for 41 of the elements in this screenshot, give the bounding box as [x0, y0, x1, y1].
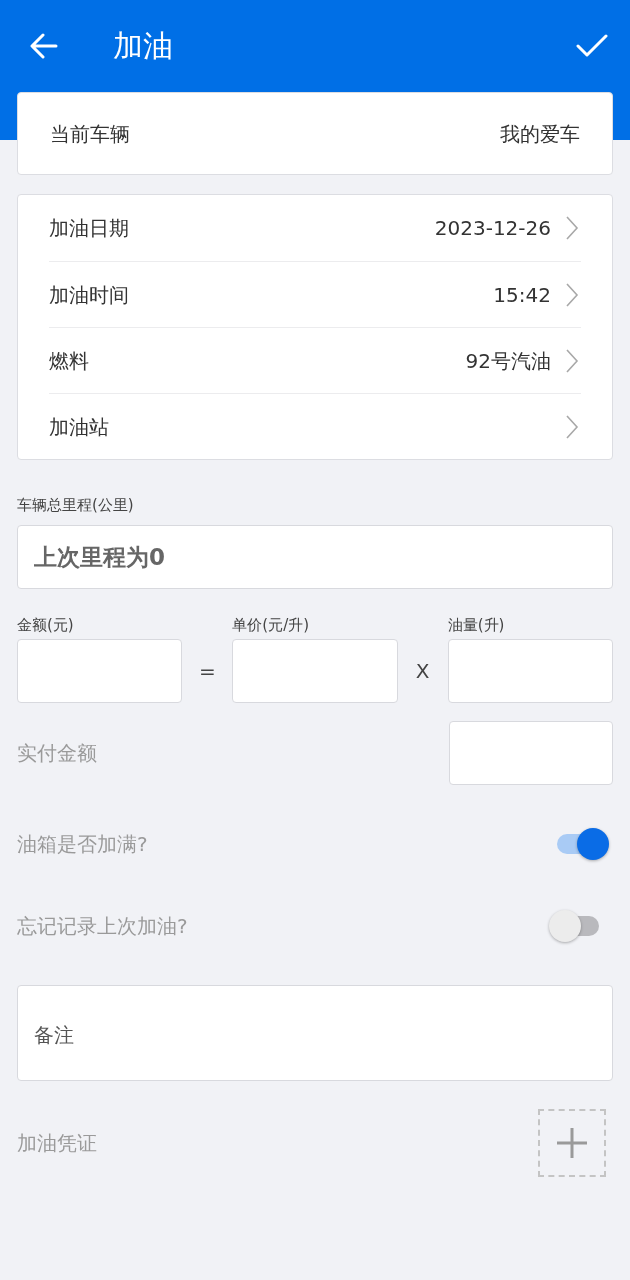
vehicle-value: 我的爱车: [500, 120, 580, 148]
receipt-label: 加油凭证: [17, 1130, 97, 1157]
toggle-label: 油箱是否加满?: [17, 831, 148, 858]
amount-label: 单价(元/升): [232, 615, 311, 635]
chevron-right-icon: [565, 281, 579, 308]
actual-payment-label: 实付金额: [17, 740, 97, 767]
save-button[interactable]: [576, 34, 608, 58]
odometer-input[interactable]: 上次里程为0: [17, 524, 613, 589]
actual-payment-input[interactable]: [449, 721, 613, 785]
detail-row[interactable]: 加油站: [49, 393, 581, 459]
amount-label: 金额(元): [17, 615, 75, 635]
page-title: 加油: [113, 28, 173, 64]
plus-icon: [556, 1127, 588, 1159]
detail-value: 92号汽油: [465, 347, 551, 375]
odometer-label: 车辆总里程(公里): [17, 496, 135, 516]
operator-sign: X: [414, 658, 431, 685]
detail-value: 2023-12-26: [434, 215, 551, 242]
back-button[interactable]: [30, 33, 58, 59]
detail-label: 加油站: [49, 413, 109, 441]
note-input[interactable]: 备注: [17, 985, 613, 1081]
add-receipt-button[interactable]: [538, 1109, 606, 1177]
chevron-right-icon: [565, 347, 579, 374]
operator-sign: =: [197, 658, 217, 685]
amount-input[interactable]: [232, 639, 398, 703]
detail-value: 15:42: [493, 281, 551, 309]
checkmark-icon: [576, 34, 608, 58]
amount-input[interactable]: [17, 639, 183, 703]
back-arrow-icon: [30, 33, 58, 59]
detail-row[interactable]: 加油时间 15:42: [49, 261, 581, 327]
amount-input[interactable]: [447, 639, 613, 703]
detail-label: 加油时间: [49, 281, 129, 309]
vehicle-card[interactable]: 当前车辆 我的爱车: [17, 92, 613, 175]
toggle-label: 忘记记录上次加油?: [17, 913, 188, 940]
chevron-right-icon: [565, 413, 579, 440]
detail-label: 加油日期: [49, 215, 129, 242]
detail-label: 燃料: [49, 347, 89, 375]
chevron-right-icon: [565, 215, 579, 241]
detail-row[interactable]: 燃料 92号汽油: [49, 327, 581, 393]
vehicle-label: 当前车辆: [50, 120, 130, 148]
detail-row[interactable]: 加油日期 2023-12-26: [49, 195, 581, 261]
amount-label: 油量(升): [447, 615, 506, 635]
